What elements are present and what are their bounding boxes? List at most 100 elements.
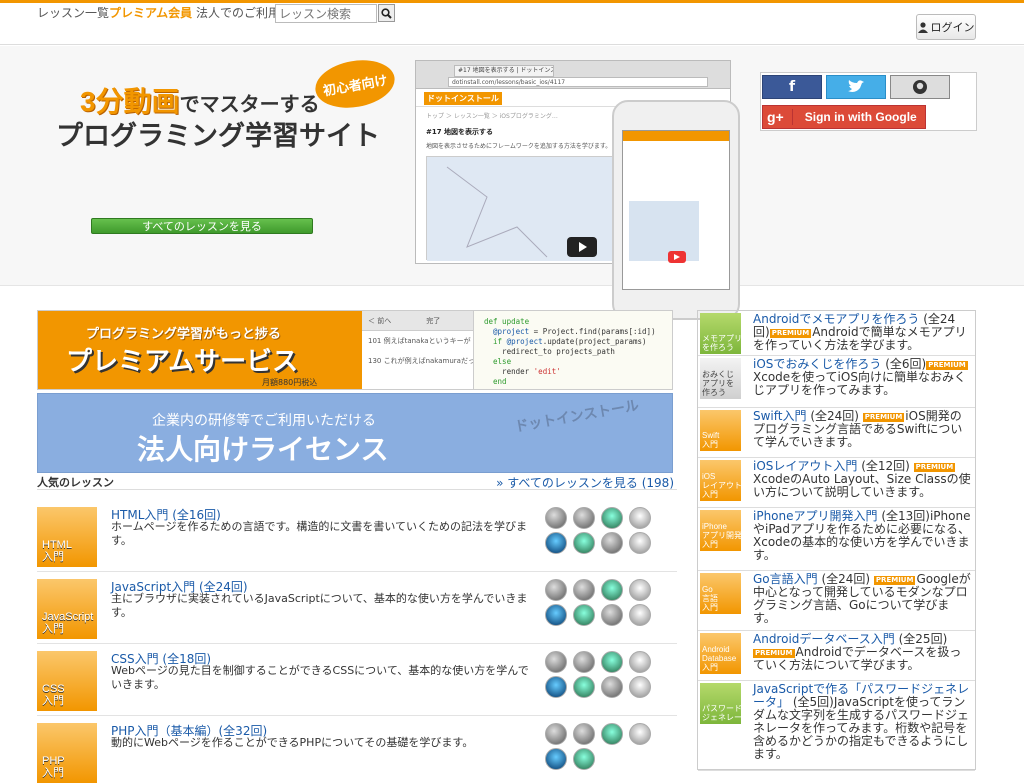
video-preview — [426, 156, 627, 261]
user-icon — [917, 21, 928, 33]
avatar[interactable] — [629, 579, 651, 601]
browser-chrome: #17 地図を表示する | ドットインストール dotinstall.com/l… — [416, 61, 730, 89]
avatar[interactable] — [573, 579, 595, 601]
avatar[interactable] — [545, 604, 567, 626]
lesson-title-preview: #17 地図を表示する — [426, 128, 494, 136]
sidebar-lesson-item: iOS レイアウト 入門 iOSレイアウト入門 (全12回) PREMIUMXco… — [698, 458, 975, 508]
avatar[interactable] — [545, 723, 567, 745]
sidebar-lesson-text: iOSレイアウト入門 (全12回) PREMIUMXcodeのAuto Layo… — [753, 460, 971, 499]
sidebar-lesson-item: パスワード ジェネレータ JavaScriptで作る「パスワードジェネレータ」 (… — [698, 681, 975, 771]
facebook-login-button[interactable]: f — [762, 75, 822, 99]
nav-lessons-link[interactable]: レッスン一覧 — [37, 6, 109, 20]
sidebar-lesson-item: iPhone アプリ開発 入門 iPhoneアプリ開発入門 (全13回)iPhon… — [698, 508, 975, 571]
sidebar-lesson-count: (全12回) — [857, 459, 914, 473]
popular-lessons-heading: 人気のレッスン — [37, 476, 114, 489]
avatar[interactable] — [545, 579, 567, 601]
corporate-license-banner[interactable]: 企業内の研修等でご利用いただける 法人向けライセンス ドットインストール — [37, 393, 673, 473]
sidebar-lesson-text: Swift入門 (全24回) PREMIUM iOS開発のプログラミング言語である… — [753, 410, 971, 449]
sidebar-lesson-title[interactable]: iOSレイアウト入門 — [753, 459, 857, 473]
search-button[interactable] — [378, 4, 395, 22]
avatar[interactable] — [601, 676, 623, 698]
premium-screen-preview: ＜ 前へ 完了 101 例えばtanakaというキーが 130 これが例えばna… — [362, 311, 474, 389]
avatar[interactable] — [545, 651, 567, 673]
google-plus-icon: g+ — [767, 109, 793, 125]
avatar[interactable] — [545, 532, 567, 554]
github-login-button[interactable] — [890, 75, 950, 99]
sidebar-lesson-item: Go 言語 入門 Go言語入門 (全24回) PREMIUM Googleが中心とな… — [698, 571, 975, 631]
sidebar-lesson-text: JavaScriptで作る「パスワードジェネレータ」 (全5回)JavaScri… — [753, 683, 971, 761]
google-signin-button[interactable]: g+ Sign in with Google — [762, 105, 926, 129]
lesson-description: Webページの見た目を制御することができるCSSについて、基本的な使い方を学んで… — [111, 664, 529, 691]
avatar[interactable] — [629, 507, 651, 529]
sidebar-lesson-title[interactable]: iOSでおみくじを作ろう — [753, 357, 881, 371]
lesson-row: CSS 入門 CSS入門 (全18回) Webページの見た目を制御することができ… — [37, 646, 677, 716]
premium-badge: PREMIUM — [862, 413, 905, 422]
sidebar-lesson-thumbnail[interactable]: Swift 入門 — [700, 410, 741, 451]
hero-headline-2: プログラミング学習サイト — [56, 121, 380, 151]
login-button[interactable]: ログイン — [916, 14, 976, 40]
student-avatars — [545, 651, 660, 698]
premium-badge: PREMIUM — [913, 463, 956, 472]
avatar[interactable] — [601, 723, 623, 745]
sidebar-lesson-thumbnail[interactable]: Go 言語 入門 — [700, 573, 741, 614]
sidebar-lesson-item: Android Database 入門 Androidデータベース入門 (全25回… — [698, 631, 975, 681]
dotinstall-watermark: ドットインストール — [513, 397, 641, 436]
sidebar-lesson-text: Androidでメモアプリを作ろう (全24回) PREMIUM Androidで簡… — [753, 313, 971, 352]
top-bar: レッスン一覧プレミアム会員 法人でのご利用 ログイン — [0, 3, 1024, 45]
google-signin-label: Sign in with Google — [804, 110, 917, 124]
lesson-thumbnail[interactable]: HTML 入門 — [37, 507, 97, 567]
sidebar-lesson-thumbnail[interactable]: iPhone アプリ開発 入門 — [700, 510, 742, 551]
avatar[interactable] — [601, 532, 623, 554]
lesson-description: 動的にWebページを作ることができるPHPについてその基礎を学びます。 — [111, 736, 474, 749]
sidebar-lesson-thumbnail[interactable]: Android Database 入門 — [700, 633, 741, 674]
sidebar-lesson-title[interactable]: iPhoneアプリ開発入門 — [753, 509, 878, 523]
sidebar-lesson-count: (全6回) — [881, 357, 927, 371]
twitter-login-button[interactable] — [826, 75, 886, 99]
all-lessons-button[interactable]: すべてのレッスンを見る — [91, 218, 313, 234]
lesson-thumbnail[interactable]: JavaScript 入門 — [37, 579, 97, 639]
student-avatars — [545, 723, 660, 770]
sidebar-lesson-title[interactable]: Swift入門 — [753, 409, 807, 423]
avatar[interactable] — [545, 748, 567, 770]
avatar[interactable] — [573, 676, 595, 698]
avatar[interactable] — [545, 676, 567, 698]
search-input[interactable] — [275, 4, 377, 23]
sidebar-lesson-text: iPhoneアプリ開発入門 (全13回)iPhoneやiPadアプリを作るために… — [753, 510, 971, 562]
sidebar-lesson-title[interactable]: Go言語入門 — [753, 572, 818, 586]
sidebar-lesson-thumbnail[interactable]: メモアプリ を作ろう — [700, 313, 742, 354]
sidebar-lesson-title[interactable]: Androidデータベース入門 — [753, 632, 895, 646]
avatar[interactable] — [573, 651, 595, 673]
hero-headline-rest: でマスターする — [179, 94, 320, 116]
lesson-description: 主にブラウザに実装されているJavaScriptについて、基本的な使い方を学んで… — [111, 592, 528, 619]
nav-corporate-link[interactable]: 法人でのご利用 — [196, 6, 280, 20]
avatar[interactable] — [601, 651, 623, 673]
phone-screen — [622, 130, 730, 290]
avatar[interactable] — [573, 604, 595, 626]
sidebar-lesson-thumbnail[interactable]: iOS レイアウト 入門 — [700, 460, 742, 501]
avatar[interactable] — [573, 507, 595, 529]
lesson-thumbnail[interactable]: CSS 入門 — [37, 651, 97, 711]
avatar[interactable] — [601, 507, 623, 529]
nav-premium-link[interactable]: プレミアム会員 — [109, 6, 192, 20]
sidebar-lesson-title[interactable]: Androidでメモアプリを作ろう — [753, 312, 919, 326]
avatar[interactable] — [573, 748, 595, 770]
lesson-thumbnail[interactable]: PHP 入門 — [37, 723, 97, 783]
avatar[interactable] — [601, 604, 623, 626]
avatar[interactable] — [629, 651, 651, 673]
avatar[interactable] — [601, 579, 623, 601]
avatar[interactable] — [629, 676, 651, 698]
sidebar-lesson-count: (全5回) — [789, 695, 834, 709]
avatar[interactable] — [629, 532, 651, 554]
avatar[interactable] — [545, 507, 567, 529]
avatar[interactable] — [573, 723, 595, 745]
avatar[interactable] — [629, 604, 651, 626]
sidebar-lesson-item: Swift 入門 Swift入門 (全24回) PREMIUM iOS開発のプログラ… — [698, 408, 975, 458]
sidebar-lesson-thumbnail[interactable]: おみくじ アプリを 作ろう — [700, 358, 741, 399]
avatar[interactable] — [629, 723, 651, 745]
all-lessons-link[interactable]: » すべてのレッスンを見る (198) — [496, 474, 674, 491]
site-logo-preview: ドットインストール — [424, 92, 502, 105]
premium-banner[interactable]: プログラミング学習がもっと捗る プレミアムサービス 月額880円税込 ＜ 前へ … — [37, 310, 673, 390]
sidebar-lesson-description: XcodeのAuto Layout、Size Classの使い方について説明して… — [753, 472, 971, 499]
sidebar-lesson-thumbnail[interactable]: パスワード ジェネレータ — [700, 683, 750, 724]
avatar[interactable] — [573, 532, 595, 554]
